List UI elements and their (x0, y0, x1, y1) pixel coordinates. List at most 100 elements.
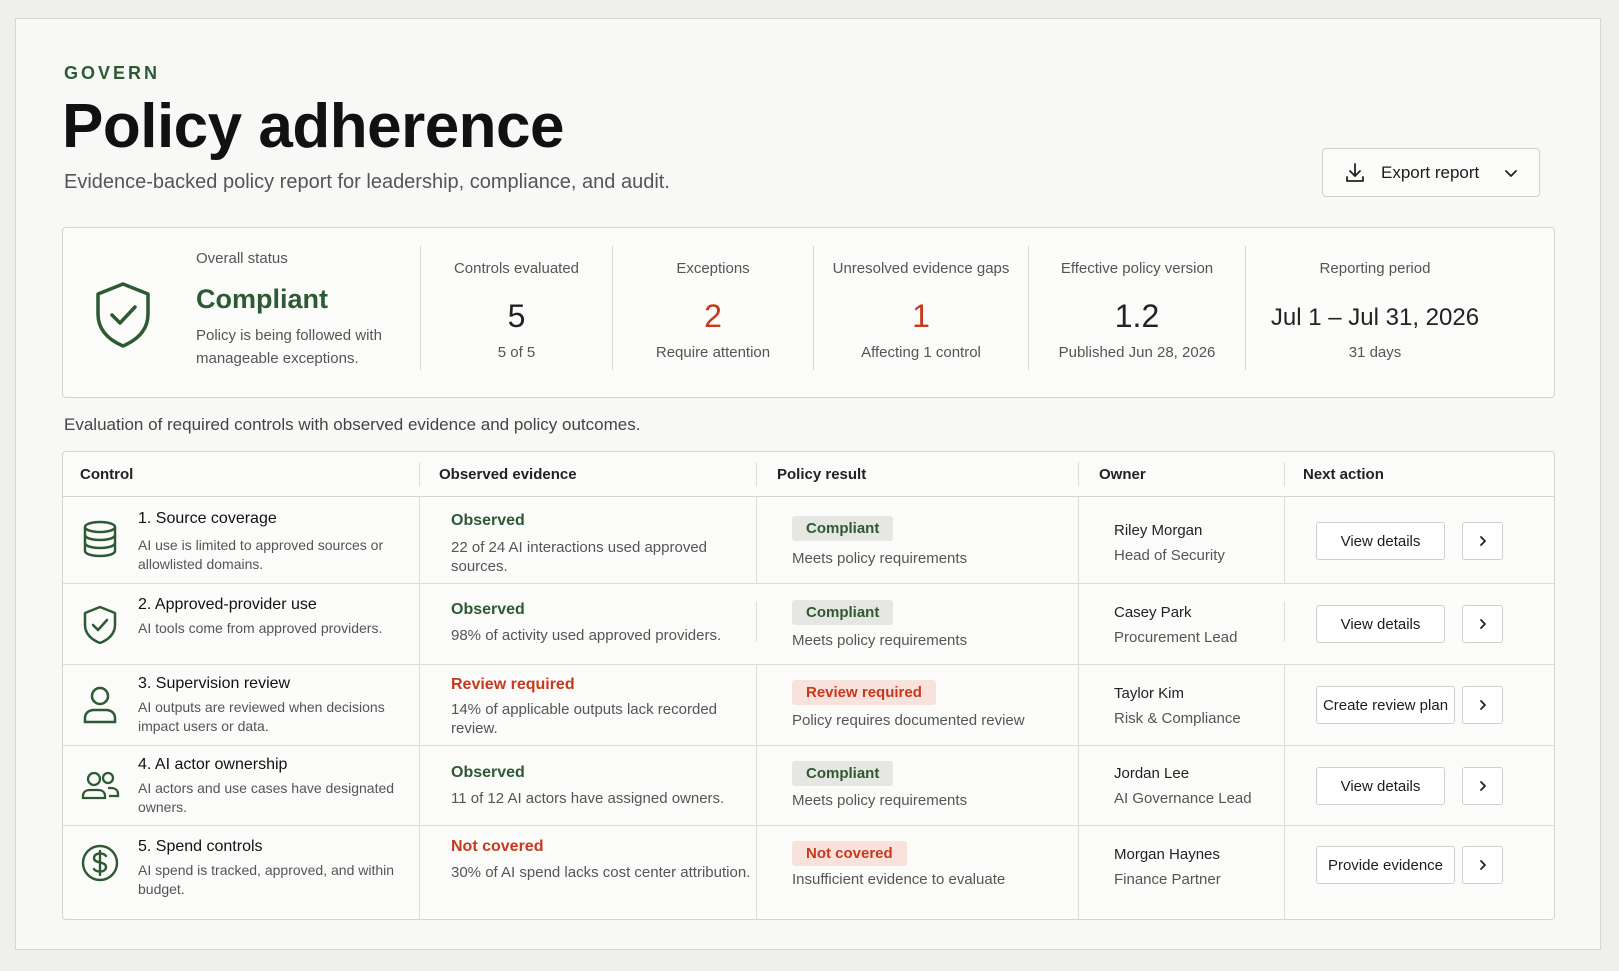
table-caption: Evaluation of required controls with obs… (64, 415, 641, 434)
column-divider (419, 826, 420, 919)
chevron-right-icon (1479, 619, 1486, 629)
owner-name: Casey Park (1114, 604, 1192, 621)
stat-label: Effective policy version (1060, 260, 1214, 277)
view-details-button[interactable]: View details (1316, 522, 1445, 560)
column-divider (756, 602, 757, 642)
column-divider (1078, 497, 1079, 584)
column-divider (419, 665, 420, 746)
stat-sub: Published Jun 28, 2026 (1058, 344, 1216, 361)
table-header: Control Observed evidence Policy result … (63, 452, 1554, 497)
control-title: 1. Source coverage (138, 510, 277, 527)
control-desc: AI actors and use cases have designated … (138, 780, 395, 815)
column-divider (1078, 826, 1079, 919)
column-divider (1284, 826, 1285, 919)
column-divider (419, 462, 420, 486)
stat-label: Unresolved evidence gaps (832, 260, 1010, 277)
evidence-desc: 14% of applicable outputs lack recorded … (451, 701, 718, 737)
export-report-label: Export report (1381, 162, 1480, 182)
status-badge: Compliant (792, 516, 894, 541)
owner-name: Riley Morgan (1114, 522, 1203, 539)
column-divider (756, 746, 757, 826)
create-review-plan-button[interactable]: Create review plan (1316, 686, 1455, 724)
result-desc: Meets policy requirements (792, 792, 968, 809)
stat-value: 2 (704, 298, 722, 334)
evidence-desc: 98% of activity used approved providers. (451, 627, 722, 644)
section-eyebrow: GOVERN (64, 63, 161, 83)
row-open-button[interactable] (1462, 846, 1503, 884)
column-divider (419, 497, 420, 584)
row-open-button[interactable] (1462, 767, 1503, 805)
column-header: Owner (1099, 466, 1146, 483)
owner-role: AI Governance Lead (1114, 790, 1252, 807)
column-divider (1284, 746, 1285, 826)
users-icon (81, 771, 120, 800)
chevron-right-icon (1479, 781, 1486, 791)
export-report-button[interactable]: Export report (1322, 148, 1540, 197)
control-desc: AI tools come from approved providers. (138, 620, 383, 636)
stat-value: 1.2 (1114, 298, 1160, 334)
view-details-button[interactable]: View details (1316, 767, 1445, 805)
evidence-desc: 11 of 12 AI actors have assigned owners. (451, 790, 725, 807)
control-desc: AI outputs are reviewed when decisions i… (138, 699, 385, 734)
column-header: Observed evidence (439, 466, 577, 483)
status-badge: Compliant (792, 761, 894, 786)
column-header: Control (80, 466, 134, 483)
column-divider (1078, 746, 1079, 826)
column-header: Policy result (777, 466, 867, 483)
column-divider (419, 746, 420, 826)
result-desc: Insufficient evidence to evaluate (792, 871, 1006, 888)
control-desc: AI spend is tracked, approved, and withi… (138, 862, 395, 897)
column-header: Next action (1303, 466, 1384, 483)
column-divider (1284, 462, 1285, 486)
stat-value: Jul 1 – Jul 31, 2026 (1270, 304, 1480, 331)
evidence-status: Not covered (451, 838, 544, 855)
control-title: 2. Approved-provider use (138, 596, 317, 613)
user-icon (83, 686, 117, 724)
column-divider (1078, 462, 1079, 486)
owner-role: Risk & Compliance (1114, 710, 1241, 727)
evidence-status: Review required (451, 676, 575, 693)
chevron-down-icon (1505, 169, 1517, 177)
table-row: 5. Spend controls AI spend is tracked, a… (63, 826, 1554, 919)
report-frame: GOVERN Policy adherence Evidence-backed … (15, 18, 1601, 950)
row-open-button[interactable] (1462, 605, 1503, 643)
provide-evidence-button[interactable]: Provide evidence (1316, 846, 1455, 884)
table-row: 3. Supervision review AI outputs are rev… (63, 665, 1554, 746)
table-row: 1. Source coverage AI use is limited to … (63, 497, 1554, 584)
control-title: 5. Spend controls (138, 838, 263, 855)
stat-label: Exceptions (676, 260, 750, 277)
column-divider (1284, 665, 1285, 746)
shield-check-icon (96, 282, 150, 348)
result-desc: Policy requires documented review (792, 712, 1025, 729)
column-divider (756, 497, 757, 584)
owner-name: Jordan Lee (1114, 765, 1190, 782)
stat-controls-evaluated: Controls evaluated 5 5 of 5 (420, 246, 612, 370)
summary-card: Overall status Compliant Policy is being… (62, 227, 1555, 398)
controls-table: Control Observed evidence Policy result … (62, 451, 1555, 920)
owner-name: Morgan Haynes (1114, 846, 1220, 863)
column-divider (1078, 665, 1079, 746)
table-row: 2. Approved-provider use AI tools come f… (63, 584, 1554, 665)
view-details-button[interactable]: View details (1316, 605, 1445, 643)
owner-role: Procurement Lead (1114, 629, 1238, 646)
row-open-button[interactable] (1462, 686, 1503, 724)
stat-reporting-period: Reporting period Jul 1 – Jul 31, 2026 31… (1245, 246, 1504, 370)
overall-status-value: Compliant (196, 284, 328, 314)
control-title: 4. AI actor ownership (138, 756, 288, 773)
result-desc: Meets policy requirements (792, 550, 968, 567)
column-divider (756, 826, 757, 919)
evidence-desc: 30% of AI spend lacks cost center attrib… (451, 864, 751, 881)
status-badge: Not covered (792, 841, 907, 866)
stat-value: 1 (912, 298, 930, 334)
control-desc: AI use is limited to approved sources or… (138, 537, 384, 572)
evidence-status: Observed (451, 764, 525, 781)
column-divider (419, 584, 420, 665)
stat-evidence-gaps: Unresolved evidence gaps 1 Affecting 1 c… (813, 246, 1028, 370)
status-badge: Review required (792, 680, 936, 705)
column-divider (756, 665, 757, 746)
evidence-status: Observed (451, 512, 525, 529)
overall-status-label: Overall status (196, 250, 288, 267)
page-subtitle: Evidence-backed policy report for leader… (64, 171, 670, 193)
row-open-button[interactable] (1462, 522, 1503, 560)
column-divider (1284, 602, 1285, 642)
